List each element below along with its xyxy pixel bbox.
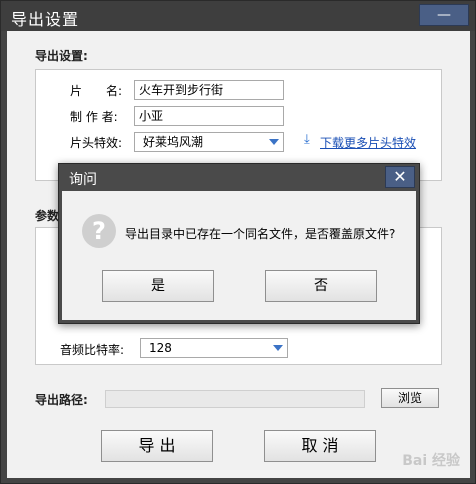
cancel-button[interactable]: 取 消 xyxy=(264,430,376,462)
export-settings-label: 导出设置: xyxy=(35,49,88,63)
browse-button[interactable]: 浏览 xyxy=(381,388,439,408)
close-icon: ✕ xyxy=(393,167,407,186)
export-path-input[interactable] xyxy=(105,390,365,408)
yes-button[interactable]: 是 xyxy=(102,270,214,302)
audio-bitrate-select[interactable]: 128 xyxy=(140,338,288,358)
dialog-close-button[interactable]: ✕ xyxy=(385,166,415,188)
dialog-body: ? 导出目录中已存在一个同名文件，是否覆盖原文件? 是 否 xyxy=(62,191,416,320)
window-title: 导出设置 xyxy=(11,10,80,29)
export-path-label: 导出路径: xyxy=(35,393,88,407)
chevron-down-icon xyxy=(269,139,279,145)
audio-bitrate-label: 音频比特率: xyxy=(60,343,125,357)
audio-bitrate-value: 128 xyxy=(149,341,172,355)
window-close-button[interactable]: — xyxy=(419,4,469,26)
overwrite-confirm-dialog: 询问 ✕ ? 导出目录中已存在一个同名文件，是否覆盖原文件? 是 否 xyxy=(58,163,420,324)
dialog-message: 导出目录中已存在一个同名文件，是否覆盖原文件? xyxy=(125,227,396,241)
watermark: Bai 经验 xyxy=(402,453,460,469)
minimize-close-icon: — xyxy=(437,7,451,23)
author-input[interactable]: 小亚 xyxy=(134,106,284,126)
download-icon[interactable]: ⤓ xyxy=(304,133,310,147)
intro-effect-label: 片头特效: xyxy=(70,136,123,150)
params-label: 参数 xyxy=(35,209,60,223)
intro-effect-value: 好莱坞风潮 xyxy=(143,135,204,149)
export-settings-window: 导出设置 — 导出设置: 片 名: 火车开到步行街 制 作 者: 小亚 片头特效… xyxy=(0,0,476,484)
intro-effect-select[interactable]: 好莱坞风潮 xyxy=(134,132,284,152)
no-button[interactable]: 否 xyxy=(265,270,377,302)
question-icon: ? xyxy=(82,214,116,248)
author-field-label: 制 作 者: xyxy=(70,110,118,124)
more-effects-link[interactable]: 下载更多片头特效 xyxy=(320,134,416,151)
title-bar[interactable]: 导出设置 — xyxy=(1,1,475,31)
export-button[interactable]: 导 出 xyxy=(101,430,213,462)
dialog-title: 询问 xyxy=(69,172,97,188)
title-input[interactable]: 火车开到步行街 xyxy=(134,80,284,100)
title-field-label: 片 名: xyxy=(70,84,123,98)
chevron-down-icon xyxy=(273,345,283,351)
